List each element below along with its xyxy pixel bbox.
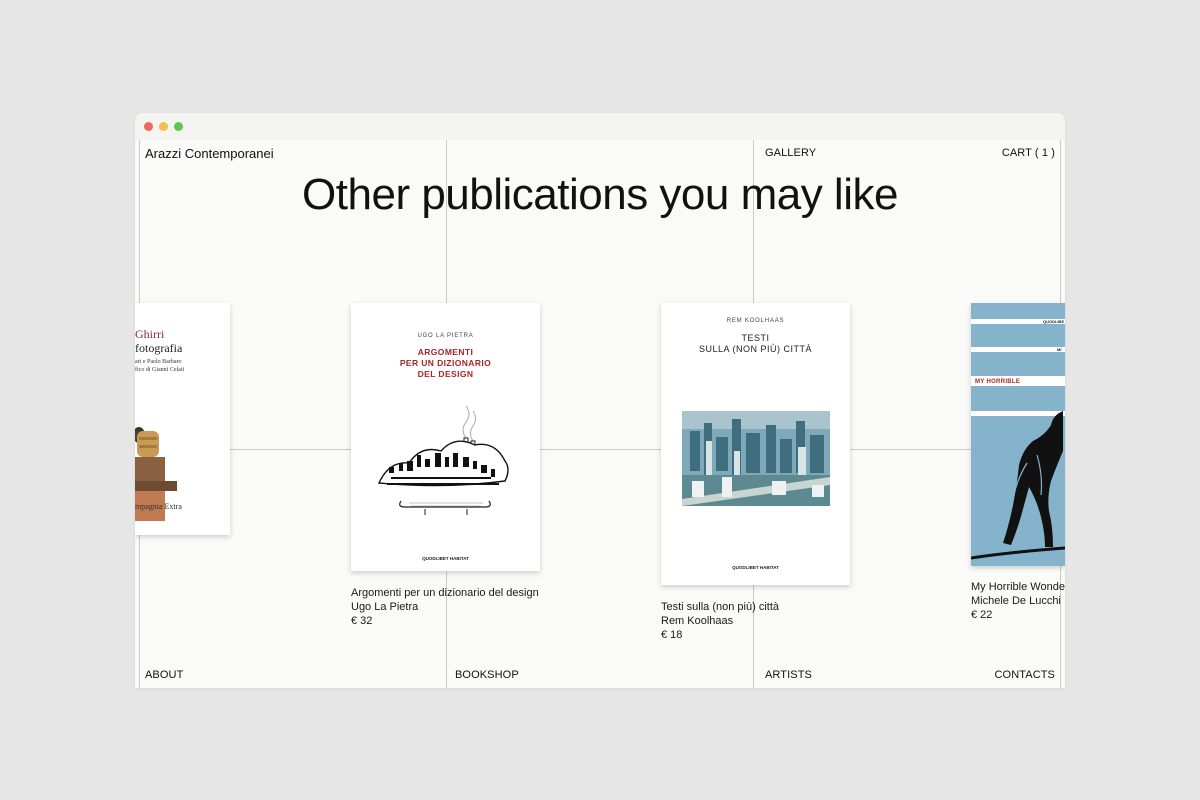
book-cover[interactable]: QUODLIBE MI MY HORRIBLE <box>971 303 1065 566</box>
page-content: Arazzi Contemporanei GALLERY CART ( 1 ) … <box>135 140 1065 688</box>
window-titlebar <box>135 113 1065 140</box>
book-author: Ugo La Pietra <box>351 601 419 613</box>
cover-publisher: QUODLIBE <box>1043 319 1065 324</box>
book-cover[interactable]: REM KOOLHAAS TESTI SULLA (NON PIÙ) CITTÀ <box>661 303 850 585</box>
book-title[interactable]: Argomenti per un dizionario del design <box>351 586 539 600</box>
nav-bookshop[interactable]: BOOKSHOP <box>455 669 519 681</box>
book-author: Rem Koolhaas <box>661 615 734 627</box>
book-author: Michele De Lucchi <box>971 595 1061 607</box>
cover-text: MI <box>1057 347 1062 352</box>
cover-author: REM KOOLHAAS <box>726 318 785 324</box>
cover-publisher: mpagnia Extra <box>135 502 182 511</box>
nav-gallery[interactable]: GALLERY <box>765 147 816 159</box>
site-logo[interactable]: Arazzi Contemporanei <box>145 146 274 161</box>
section-heading: Other publications you may like <box>302 170 898 219</box>
book-info: Testi sulla (non più) città Rem Koolhaas… <box>661 600 779 642</box>
city-illustration <box>377 405 509 515</box>
cover-title: Ghirri <box>135 327 165 341</box>
cover-title: MY HORRIBLE <box>975 379 1021 385</box>
city-photo <box>682 411 830 506</box>
cover-title: ARGOMENTI PER UN DIZIONARIO DEL DESIGN <box>399 347 492 379</box>
maximize-window-button[interactable] <box>174 122 183 131</box>
cover-author: UGO LA PIETRA <box>417 333 474 339</box>
book-info: My Horrible Wonder Michele De Lucchi € 2… <box>971 580 1065 622</box>
cover-subtitle: fotografia <box>135 341 183 355</box>
close-window-button[interactable] <box>144 122 153 131</box>
browser-window: Arazzi Contemporanei GALLERY CART ( 1 ) … <box>135 113 1065 688</box>
book-info: Argomenti per un dizionario del design U… <box>351 586 539 628</box>
minimize-window-button[interactable] <box>159 122 168 131</box>
book-title[interactable]: My Horrible Wonder <box>971 580 1065 594</box>
book-price: € 18 <box>661 629 683 641</box>
book-title[interactable]: Testi sulla (non più) città <box>661 600 779 614</box>
nav-about[interactable]: ABOUT <box>145 669 183 681</box>
figure-illustration <box>971 411 1065 560</box>
cover-text: ari e Paolo Barbaro <box>135 359 182 365</box>
nav-cart[interactable]: CART ( 1 ) <box>1002 147 1055 159</box>
book-price: € 22 <box>971 609 993 621</box>
cover-publisher: QUODLIBET HABITAT <box>732 565 779 570</box>
grid-line <box>135 449 1065 450</box>
book-cover[interactable]: UGO LA PIETRA ARGOMENTI PER UN DIZIONARI… <box>351 303 540 571</box>
nav-contacts[interactable]: CONTACTS <box>995 669 1055 681</box>
nav-artists[interactable]: ARTISTS <box>765 669 812 681</box>
cover-publisher: QUODLIBET HABITAT <box>422 556 469 561</box>
book-cover[interactable]: Ghirri fotografia ari e Paolo Barbaro fi… <box>135 303 230 535</box>
cover-text: fico di Gianni Celati <box>135 367 185 373</box>
cover-title: TESTI SULLA (NON PIÙ) CITTÀ <box>698 333 812 354</box>
book-price: € 32 <box>351 615 373 627</box>
